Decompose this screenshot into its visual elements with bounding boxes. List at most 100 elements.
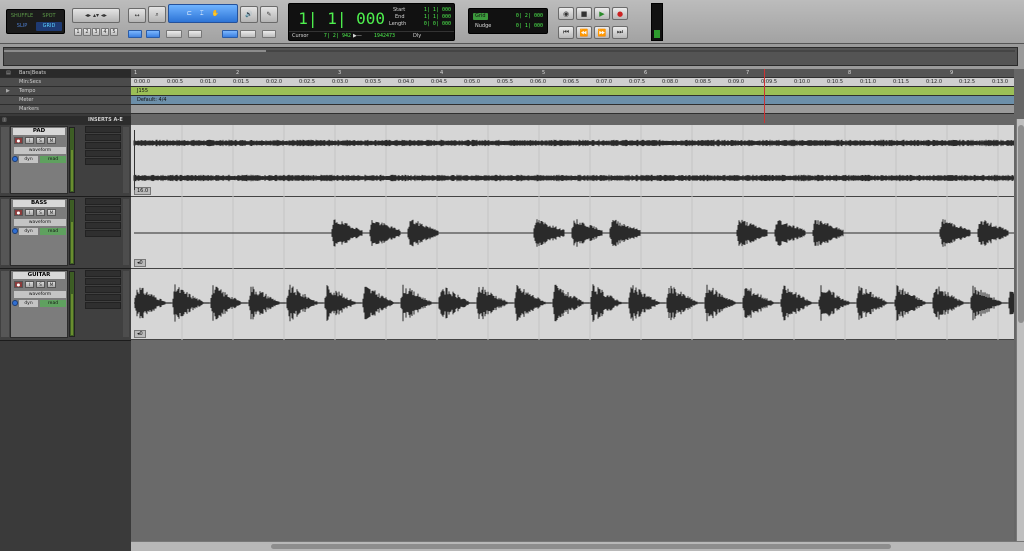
input-monitor-button[interactable]: I: [25, 137, 34, 144]
play-button[interactable]: ▶: [594, 7, 610, 20]
return-to-zero-button[interactable]: ⏮: [558, 26, 574, 39]
tempo-ruler[interactable]: J155: [131, 87, 1014, 96]
magnifier-tool-button[interactable]: ⌕: [148, 6, 166, 23]
automation-mode-selector[interactable]: read: [40, 300, 66, 307]
dyn-button[interactable]: dyn: [19, 300, 38, 307]
meter-value[interactable]: Default: 4/4: [137, 97, 167, 103]
online-button[interactable]: ◉: [558, 7, 574, 20]
end-value[interactable]: 1| 1| 000: [409, 14, 451, 20]
solo-button[interactable]: S: [36, 281, 45, 288]
track-list-menu-icon[interactable]: ▥: [2, 116, 7, 125]
voice-icon[interactable]: [12, 228, 18, 234]
pad-lane[interactable]: 16.0: [131, 125, 1014, 197]
track-view-selector[interactable]: waveform: [14, 147, 66, 154]
track-pad[interactable]: PAD ● I S M waveform dyn read: [0, 125, 131, 197]
zoom-preset-1[interactable]: 1: [74, 28, 82, 36]
zoom-preset-2[interactable]: 2: [83, 28, 91, 36]
nudge-label[interactable]: Nudge: [473, 23, 493, 30]
go-to-end-button[interactable]: ⏭: [612, 26, 628, 39]
vertical-scroll-thumb[interactable]: [1018, 125, 1024, 323]
start-value[interactable]: 1| 1| 000: [409, 7, 451, 13]
zoom-preset-3[interactable]: 3: [92, 28, 100, 36]
keyboard-focus-button[interactable]: [262, 30, 276, 38]
insert-slots[interactable]: [85, 125, 123, 195]
zoom-preset-5[interactable]: 5: [110, 28, 118, 36]
link-timeline-button[interactable]: [128, 30, 142, 38]
scrubber-tool-button[interactable]: 🔊: [240, 6, 258, 23]
voice-icon[interactable]: [12, 300, 18, 306]
dyn-button[interactable]: dyn: [19, 228, 38, 235]
fast-forward-button[interactable]: ⏩: [594, 26, 610, 39]
tab-to-transient-button[interactable]: [222, 30, 238, 38]
horizontal-scrollbar[interactable]: [131, 541, 1024, 551]
track-resize-bar[interactable]: [123, 271, 129, 337]
zoom-buttons[interactable]: ◂▸ ▴▾ ◂▸: [72, 8, 120, 23]
guitar-lane[interactable]: ◂0: [131, 269, 1014, 340]
ruler-menu-icon[interactable]: ▤: [6, 69, 11, 78]
voice-icon[interactable]: [12, 156, 18, 162]
universe-view[interactable]: [0, 44, 1024, 69]
meter-ruler[interactable]: Default: 4/4: [131, 96, 1014, 105]
guitar-waveform[interactable]: [131, 269, 1014, 340]
rewind-button[interactable]: ⏪: [576, 26, 592, 39]
insertion-follows-playback-button[interactable]: [166, 30, 182, 38]
empty-track-area[interactable]: [131, 340, 1014, 542]
record-enable-button[interactable]: ●: [14, 209, 23, 216]
expand-triangle-icon[interactable]: ▶: [6, 87, 10, 96]
insert-slots[interactable]: [85, 197, 123, 267]
record-enable-button[interactable]: ●: [14, 137, 23, 144]
mode-spot[interactable]: SPOT: [36, 12, 62, 21]
smart-tool-button[interactable]: ⊏ ⌶ ✋: [168, 4, 238, 23]
zoom-preset-4[interactable]: 4: [101, 28, 109, 36]
solo-button[interactable]: S: [36, 209, 45, 216]
markers-ruler[interactable]: [131, 105, 1014, 114]
ruler-name-min-secs[interactable]: Min:Secs: [0, 78, 131, 87]
track-resize-bar[interactable]: [123, 127, 129, 193]
ruler-name-meter[interactable]: Meter: [0, 96, 131, 105]
bars-beats-ruler[interactable]: 1 2 3 4 5 6 7 8 9: [131, 69, 1014, 78]
vertical-scrollbar[interactable]: [1016, 119, 1024, 541]
playhead-marker[interactable]: [764, 69, 765, 123]
track-name[interactable]: GUITAR: [13, 272, 65, 279]
tempo-value[interactable]: J155: [137, 88, 148, 94]
record-enable-button[interactable]: ●: [14, 281, 23, 288]
track-view-selector[interactable]: waveform: [14, 291, 66, 298]
mute-button[interactable]: M: [47, 137, 56, 144]
guitar-clip-gain[interactable]: ◂0: [134, 330, 146, 338]
mode-shuffle[interactable]: SHUFFLE: [9, 12, 35, 21]
insert-slots[interactable]: [85, 269, 123, 339]
record-button[interactable]: ●: [612, 7, 628, 20]
mode-slip[interactable]: SLIP: [9, 22, 35, 31]
stop-button[interactable]: ■: [576, 7, 592, 20]
input-monitor-button[interactable]: I: [25, 281, 34, 288]
min-secs-ruler[interactable]: 0:00.0 0:00.5 0:01.0 0:01.5 0:02.0 0:02.5 0:03…: [131, 78, 1014, 87]
grid-label[interactable]: Grid: [473, 13, 488, 20]
link-track-button[interactable]: [146, 30, 160, 38]
ruler-name-markers[interactable]: Markers: [0, 105, 131, 114]
bass-lane[interactable]: ◂0: [131, 197, 1014, 269]
grid-value[interactable]: 0| 2| 000: [516, 13, 543, 19]
mute-button[interactable]: M: [47, 209, 56, 216]
zoomer-tool-button[interactable]: ↔: [128, 8, 146, 23]
main-counter[interactable]: 1| 1| 000 Start 1| 1| 000 End 1| 1| 000 …: [288, 3, 455, 41]
horizontal-scroll-thumb[interactable]: [271, 544, 891, 549]
track-guitar[interactable]: GUITAR ● I S M waveform dyn read: [0, 269, 131, 341]
solo-button[interactable]: S: [36, 137, 45, 144]
zoom-out-icon[interactable]: ◂▸ ▴▾ ◂▸: [85, 12, 107, 19]
mirror-midi-button[interactable]: [188, 30, 202, 38]
length-value[interactable]: 0| 0| 000: [409, 21, 451, 27]
mute-button[interactable]: M: [47, 281, 56, 288]
pencil-tool-button[interactable]: ✎: [260, 6, 278, 23]
track-name[interactable]: PAD: [13, 128, 65, 135]
track-name[interactable]: BASS: [13, 200, 65, 207]
automation-mode-selector[interactable]: read: [40, 228, 66, 235]
track-resize-bar[interactable]: [123, 199, 129, 265]
dyn-button[interactable]: dyn: [19, 156, 38, 163]
nudge-value[interactable]: 0| 1| 000: [516, 23, 543, 29]
ruler-name-bars-beats[interactable]: ▤ Bars|Beats: [0, 69, 131, 78]
pad-clip-gain[interactable]: 16.0: [134, 187, 152, 195]
mode-grid[interactable]: GRID: [36, 22, 62, 31]
zoom-toggle-button[interactable]: [240, 30, 256, 38]
pad-waveform[interactable]: [131, 125, 1014, 197]
bass-clip-gain[interactable]: ◂0: [134, 259, 146, 267]
